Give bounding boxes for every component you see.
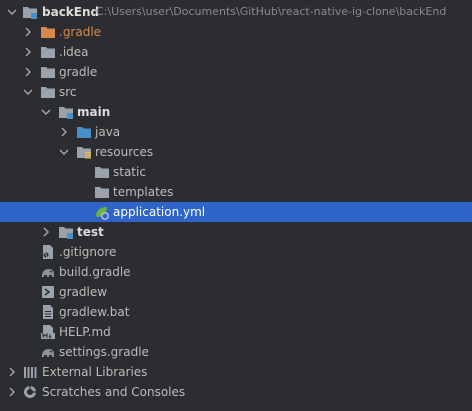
chevron-right-icon[interactable] xyxy=(6,362,18,382)
tree-row-help-md[interactable]: HELP.md xyxy=(0,322,472,342)
tree-label: java xyxy=(95,125,121,139)
project-tree: backEnd C:\Users\user\Documents\GitHub\r… xyxy=(0,0,472,411)
tree-label: resources xyxy=(95,145,154,159)
gradle-elephant-icon xyxy=(40,342,56,362)
tree-label: gradle xyxy=(59,65,98,79)
chevron-right-icon[interactable] xyxy=(58,122,70,142)
tree-label: test xyxy=(77,225,104,239)
tree-label: .gradle xyxy=(59,25,102,39)
folder-icon xyxy=(40,82,56,102)
folder-icon xyxy=(40,42,56,62)
tree-row-scratches-and-consoles[interactable]: Scratches and Consoles xyxy=(0,382,472,402)
text-file-icon xyxy=(40,302,56,322)
chevron-right-icon[interactable] xyxy=(6,382,18,402)
tree-row-resources[interactable]: resources xyxy=(0,142,472,162)
folder-icon xyxy=(40,22,56,42)
tree-row-gradlew-bat[interactable]: gradlew.bat xyxy=(0,302,472,322)
tree-label: src xyxy=(59,85,77,99)
tree-label: .gitignore xyxy=(59,245,117,259)
chevron-down-icon[interactable] xyxy=(22,82,34,102)
resources-folder-icon xyxy=(76,142,92,162)
tree-row-gradle[interactable]: gradle xyxy=(0,62,472,82)
folder-icon xyxy=(40,62,56,82)
script-icon xyxy=(40,282,56,302)
tree-label: main xyxy=(77,105,111,119)
tree-label: External Libraries xyxy=(42,365,148,379)
tree-label: gradlew xyxy=(59,285,108,299)
folder-icon xyxy=(94,162,110,182)
module-folder-icon xyxy=(22,2,38,22)
chevron-right-icon[interactable] xyxy=(22,62,34,82)
tree-row-test[interactable]: test xyxy=(0,222,472,242)
tree-row-main[interactable]: main xyxy=(0,102,472,122)
tree-row-gitignore[interactable]: .gitignore xyxy=(0,242,472,262)
chevron-right-icon[interactable] xyxy=(22,42,34,62)
tree-label: .idea xyxy=(59,45,89,59)
tree-row-backend[interactable]: backEnd C:\Users\user\Documents\GitHub\r… xyxy=(0,2,472,22)
project-path: C:\Users\user\Documents\GitHub\react-nat… xyxy=(96,5,447,18)
spring-yaml-icon xyxy=(94,202,110,222)
chevron-right-icon[interactable] xyxy=(40,222,52,242)
tree-label: Scratches and Consoles xyxy=(42,385,186,399)
module-folder-icon xyxy=(58,102,74,122)
tree-label: build.gradle xyxy=(59,265,131,279)
folder-icon xyxy=(94,182,110,202)
tree-label: templates xyxy=(113,185,174,199)
tree-label: application.yml xyxy=(113,205,206,219)
gitignore-icon xyxy=(40,242,56,262)
gradle-elephant-icon xyxy=(40,262,56,282)
tree-row-application-yml[interactable]: application.yml xyxy=(0,202,472,222)
tree-row-static[interactable]: static xyxy=(0,162,472,182)
tree-row-java[interactable]: java xyxy=(0,122,472,142)
tree-row-idea[interactable]: .idea xyxy=(0,42,472,62)
chevron-down-icon[interactable] xyxy=(40,102,52,122)
tree-label: gradlew.bat xyxy=(59,305,130,319)
tree-row-settings-gradle[interactable]: settings.gradle xyxy=(0,342,472,362)
tree-row-templates[interactable]: templates xyxy=(0,182,472,202)
source-folder-icon xyxy=(76,122,92,142)
tree-row-dot-gradle[interactable]: .gradle xyxy=(0,22,472,42)
tree-label: backEnd xyxy=(42,5,100,19)
tree-row-src[interactable]: src xyxy=(0,82,472,102)
tree-label: settings.gradle xyxy=(59,345,149,359)
libraries-icon xyxy=(22,362,38,382)
module-folder-icon xyxy=(58,222,74,242)
chevron-down-icon[interactable] xyxy=(6,2,18,22)
tree-row-build-gradle[interactable]: build.gradle xyxy=(0,262,472,282)
chevron-right-icon[interactable] xyxy=(22,22,34,42)
chevron-down-icon[interactable] xyxy=(58,142,70,162)
tree-row-external-libraries[interactable]: External Libraries xyxy=(0,362,472,382)
markdown-icon xyxy=(40,322,56,342)
tree-label: HELP.md xyxy=(59,325,111,339)
tree-label: static xyxy=(113,165,146,179)
tree-row-gradlew[interactable]: gradlew xyxy=(0,282,472,302)
scratches-icon xyxy=(22,382,38,402)
